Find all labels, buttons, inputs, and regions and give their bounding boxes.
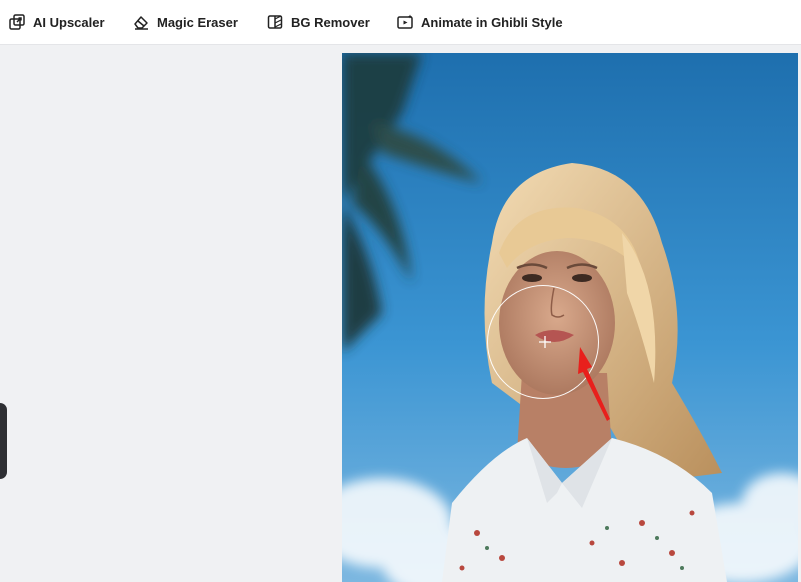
bg-remover-label: BG Remover	[291, 14, 370, 30]
bg-remover-icon	[267, 15, 283, 29]
ai-upscaler-label: AI Upscaler	[33, 14, 105, 30]
crosshair-icon	[539, 336, 551, 348]
magic-eraser-label: Magic Eraser	[157, 14, 238, 30]
animate-ghibli-label: Animate in Ghibli Style	[421, 14, 563, 30]
eraser-icon	[134, 16, 148, 30]
magic-eraser-button[interactable]: Magic Eraser	[132, 0, 238, 44]
image-canvas[interactable]	[342, 53, 798, 582]
bg-remover-button[interactable]: BG Remover	[266, 0, 370, 44]
red-arrow-annotation	[578, 347, 610, 421]
top-toolbar: AI Upscaler Magic Eraser BG Remover Anim…	[0, 0, 801, 45]
sidebar-collapse-handle[interactable]	[0, 403, 7, 479]
left-panel	[0, 45, 342, 582]
animate-icon	[397, 14, 413, 29]
animate-ghibli-button[interactable]: Animate in Ghibli Style	[396, 0, 563, 44]
ai-upscaler-button[interactable]: AI Upscaler	[8, 0, 105, 44]
upscale-icon	[9, 14, 25, 30]
